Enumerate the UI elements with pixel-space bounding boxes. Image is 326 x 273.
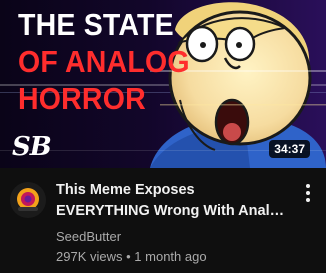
view-count: 297K views bbox=[56, 249, 123, 264]
video-title-line-2: EVERYTHING Wrong With Anal… bbox=[56, 203, 285, 219]
vertical-dots-icon bbox=[306, 184, 310, 188]
thumbnail-title-line-3: HORROR bbox=[18, 81, 146, 116]
vertical-dots-icon bbox=[306, 191, 310, 195]
channel-name[interactable]: SeedButter bbox=[56, 229, 121, 245]
video-metadata: 297K views • 1 month ago bbox=[56, 249, 207, 265]
avatar-icon bbox=[10, 182, 46, 218]
channel-avatar[interactable] bbox=[10, 182, 46, 218]
video-title-line-1: This Meme Exposes bbox=[56, 182, 195, 198]
duration-badge: 34:37 bbox=[269, 140, 310, 158]
video-thumbnail[interactable]: THE STATE OF ANALOG HORROR SB 34:37 bbox=[0, 0, 326, 168]
thumbnail-title-text: THE STATE OF ANALOG HORROR bbox=[18, 6, 190, 117]
thumbnail-title-line-1: THE STATE bbox=[18, 7, 174, 42]
metadata-separator: • bbox=[126, 249, 131, 264]
channel-watermark-logo: SB bbox=[12, 132, 52, 162]
upload-age: 1 month ago bbox=[134, 249, 207, 264]
vertical-dots-icon bbox=[306, 198, 310, 202]
video-title[interactable]: This Meme Exposes EVERYTHING Wrong With … bbox=[56, 180, 292, 222]
thumbnail-title-line-2: OF ANALOG bbox=[18, 44, 190, 79]
more-options-button[interactable] bbox=[296, 180, 320, 206]
video-card[interactable]: THE STATE OF ANALOG HORROR SB 34:37 This… bbox=[0, 0, 326, 273]
